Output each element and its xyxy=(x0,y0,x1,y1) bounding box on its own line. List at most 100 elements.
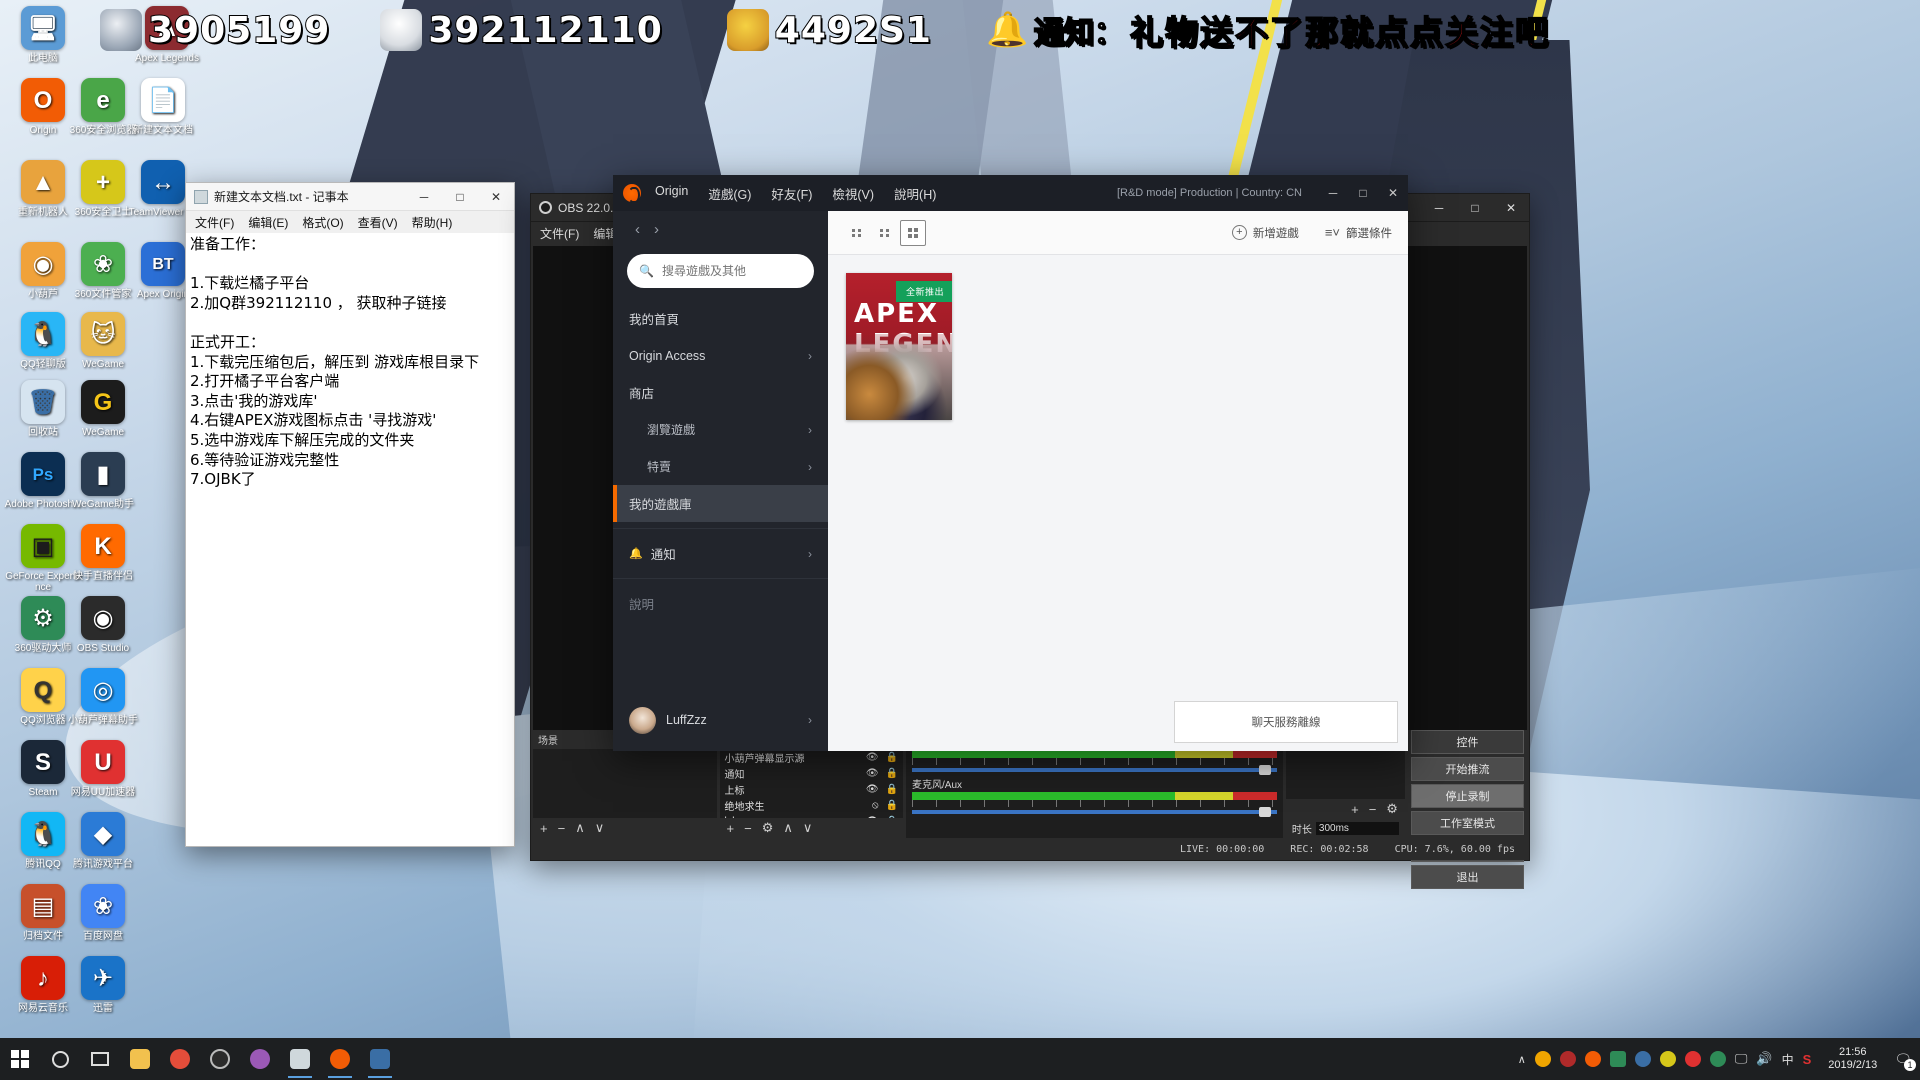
notepad-menubar[interactable]: 文件(F) 编辑(E) 格式(O) 查看(V) 帮助(H) xyxy=(186,211,514,233)
source-row[interactable]: 通知 👁 🔒 xyxy=(720,765,904,781)
taskbar-file-explorer-icon[interactable] xyxy=(120,1038,160,1080)
move-source-up-button[interactable]: ∧ xyxy=(783,820,793,836)
menu-help[interactable]: 說明(H) xyxy=(894,184,936,203)
origin-tray-icon[interactable] xyxy=(1584,1051,1601,1067)
nav-back-button[interactable]: ‹ xyxy=(635,221,640,238)
transition-duration-input[interactable]: 300ms xyxy=(1315,822,1399,835)
maximize-button[interactable]: □ xyxy=(1457,194,1493,222)
obs-tray-icon[interactable] xyxy=(1559,1051,1576,1067)
chat-status-bar[interactable]: 聊天服務離線 xyxy=(1174,701,1398,743)
menu-edit[interactable]: 编辑(E) xyxy=(248,214,288,231)
desktop-icon-flower-app[interactable]: ❀ 百度网盘 xyxy=(62,884,144,942)
studio-mode-button[interactable]: 工作室模式 xyxy=(1410,811,1525,835)
search-circle-icon[interactable] xyxy=(40,1038,80,1080)
cloud-tray-icon[interactable] xyxy=(1709,1051,1726,1067)
remove-scene-button[interactable]: − xyxy=(558,821,566,836)
action-center-icon[interactable]: 🗨 1 xyxy=(1894,1051,1916,1071)
sources-toolbar[interactable]: + − ⚙ ∧ ∨ xyxy=(719,818,903,838)
menu-friends[interactable]: 好友(F) xyxy=(771,184,812,203)
add-scene-button[interactable]: + xyxy=(540,821,548,836)
qq-tray-icon[interactable] xyxy=(1534,1051,1551,1067)
remove-source-button[interactable]: − xyxy=(744,821,752,836)
volume-slider[interactable] xyxy=(912,807,1277,817)
transition-duration-row[interactable]: 时长 300ms xyxy=(1285,819,1405,838)
taskbar[interactable]: ∧ 🖵 🔊 中 S 21:56 2019/2/13 🗨 1 xyxy=(0,1038,1920,1080)
sidebar-item-browse-games[interactable]: 瀏覽遊戲 › xyxy=(613,411,828,448)
sources-list[interactable]: 小葫芦弹幕显示源👁🔒 通知👁🔒 上标👁🔒 绝地求生⦸🔒 lol👁🔒 xyxy=(719,749,904,818)
exit-button[interactable]: 退出 xyxy=(1410,865,1525,889)
notes-tray-icon[interactable] xyxy=(1609,1051,1626,1067)
taskbar-chrome-icon[interactable] xyxy=(160,1038,200,1080)
notepad-window[interactable]: 新建文本文档.txt - 记事本 ─ □ ✕ 文件(F) 编辑(E) 格式(O)… xyxy=(185,182,515,847)
origin-user-block[interactable]: LuffZzz › xyxy=(613,699,828,741)
taskbar-media-icon[interactable] xyxy=(240,1038,280,1080)
notepad-window-controls[interactable]: ─ □ ✕ xyxy=(406,183,514,211)
volume-slider[interactable] xyxy=(912,765,1277,775)
close-button[interactable]: ✕ xyxy=(478,183,514,211)
game-tile-apex-legends[interactable]: 全新推出 APEX LEGENDS xyxy=(846,273,952,420)
search-input[interactable] xyxy=(661,264,802,278)
move-scene-down-button[interactable]: ∨ xyxy=(595,820,605,836)
add-transition-button[interactable]: + xyxy=(1351,802,1359,817)
taskbar-origin-icon[interactable] xyxy=(320,1038,360,1080)
sidebar-item-store[interactable]: 商店 xyxy=(613,374,828,411)
origin-nav-arrows[interactable]: ‹ › xyxy=(613,211,828,238)
clock[interactable]: 21:56 2019/2/13 xyxy=(1820,1046,1885,1072)
transition-gear-icon[interactable]: ⚙ xyxy=(1386,801,1398,817)
maximize-button[interactable]: □ xyxy=(442,183,478,211)
menu-file[interactable]: 文件(F) xyxy=(195,214,234,231)
chevron-up-icon[interactable]: ∧ xyxy=(1518,1053,1526,1066)
sidebar-item-home[interactable]: 我的首頁 xyxy=(613,300,828,337)
obs-window-controls[interactable]: ─ □ ✕ xyxy=(1421,194,1529,222)
source-row[interactable]: 绝地求生 ⦸ 🔒 xyxy=(720,797,904,813)
lock-icon[interactable]: 🔒 xyxy=(886,752,898,763)
view-mode-grid-button[interactable] xyxy=(900,219,926,246)
mixer-channel[interactable]: 麦克风/Aux xyxy=(906,774,1283,817)
desktop-icon-new-text-doc[interactable]: 📄 新建文本文档 xyxy=(122,78,204,136)
desktop-icon-netease-uu[interactable]: U 网易UU加速器 xyxy=(62,740,144,798)
add-game-button[interactable]: + 新增遊戲 xyxy=(1231,225,1299,241)
notepad-titlebar[interactable]: 新建文本文档.txt - 记事本 ─ □ ✕ xyxy=(186,183,514,211)
menu-help[interactable]: 帮助(H) xyxy=(412,214,453,231)
maximize-button[interactable]: □ xyxy=(1348,175,1378,211)
eye-icon[interactable]: 👁 xyxy=(866,768,879,779)
origin-toolbar[interactable]: + 新增遊戲 ≡˅ 篩選條件 xyxy=(828,211,1408,255)
transitions-toolbar[interactable]: + − ⚙ xyxy=(1285,799,1405,819)
source-properties-gear-icon[interactable]: ⚙ xyxy=(762,820,774,836)
close-button[interactable]: ✕ xyxy=(1493,194,1529,222)
desktop-icon-wegame-ctl[interactable]: ▮ WeGame助手 xyxy=(62,452,144,510)
eye-slash-icon[interactable]: ⦸ xyxy=(872,800,879,811)
scenes-toolbar[interactable]: + − ∧ ∨ xyxy=(533,818,717,838)
lock-icon[interactable]: 🔒 xyxy=(886,784,898,795)
notepad-textarea[interactable]: 准备工作： 1.下载烂橘子平台 2.加Q群392112110 ， 获取种子链接 … xyxy=(186,233,514,844)
volume-icon[interactable]: 🔊 xyxy=(1756,1051,1772,1067)
menu-file[interactable]: 文件(F) xyxy=(540,225,579,242)
360-tray-icon[interactable] xyxy=(1659,1051,1676,1067)
sidebar-item-origin-access[interactable]: Origin Access › xyxy=(613,337,828,374)
eye-icon[interactable]: 👁 xyxy=(866,752,879,763)
source-row[interactable]: 小葫芦弹幕显示源 👁 🔒 xyxy=(720,749,904,765)
menu-view[interactable]: 檢視(V) xyxy=(832,184,874,203)
desktop-icon-wegame-platform[interactable]: ◆ 腾讯游戏平台 xyxy=(62,812,144,870)
taskbar-notepad-icon[interactable] xyxy=(280,1038,320,1080)
desktop-icon-kuaishou[interactable]: K 快手直播伴侣 xyxy=(62,524,144,582)
menu-format[interactable]: 格式(O) xyxy=(302,214,343,231)
start-streaming-button[interactable]: 开始推流 xyxy=(1410,757,1525,781)
monitor-tray-icon[interactable]: 🖵 xyxy=(1735,1051,1748,1067)
minimize-button[interactable]: ─ xyxy=(1421,194,1457,222)
obs-controls-dock[interactable]: 控件 开始推流 停止录制 工作室模式 设置 退出 xyxy=(1407,730,1528,889)
close-button[interactable]: ✕ xyxy=(1378,175,1408,211)
windows-start-icon[interactable] xyxy=(0,1038,40,1080)
move-scene-up-button[interactable]: ∧ xyxy=(575,820,585,836)
desktop-icon-flight-app[interactable]: ✈ 迅雷 xyxy=(62,956,144,1014)
menu-origin[interactable]: Origin xyxy=(655,184,688,203)
system-tray[interactable]: ∧ 🖵 🔊 中 S 21:56 2019/2/13 🗨 1 xyxy=(1518,1046,1920,1072)
desktop-icon-xiaohulu-live[interactable]: ◎ 小葫芦弹幕助手 xyxy=(62,668,144,726)
view-mode-compact-button[interactable] xyxy=(872,220,898,246)
sidebar-item-notifications[interactable]: 🔔 通知 › xyxy=(613,535,828,572)
filter-button[interactable]: ≡˅ 篩選條件 xyxy=(1325,225,1392,241)
taskbar-obs-icon[interactable] xyxy=(360,1038,400,1080)
minimize-button[interactable]: ─ xyxy=(1318,175,1348,211)
view-mode-list-button[interactable] xyxy=(844,220,870,246)
lock-icon[interactable]: 🔒 xyxy=(886,800,898,811)
